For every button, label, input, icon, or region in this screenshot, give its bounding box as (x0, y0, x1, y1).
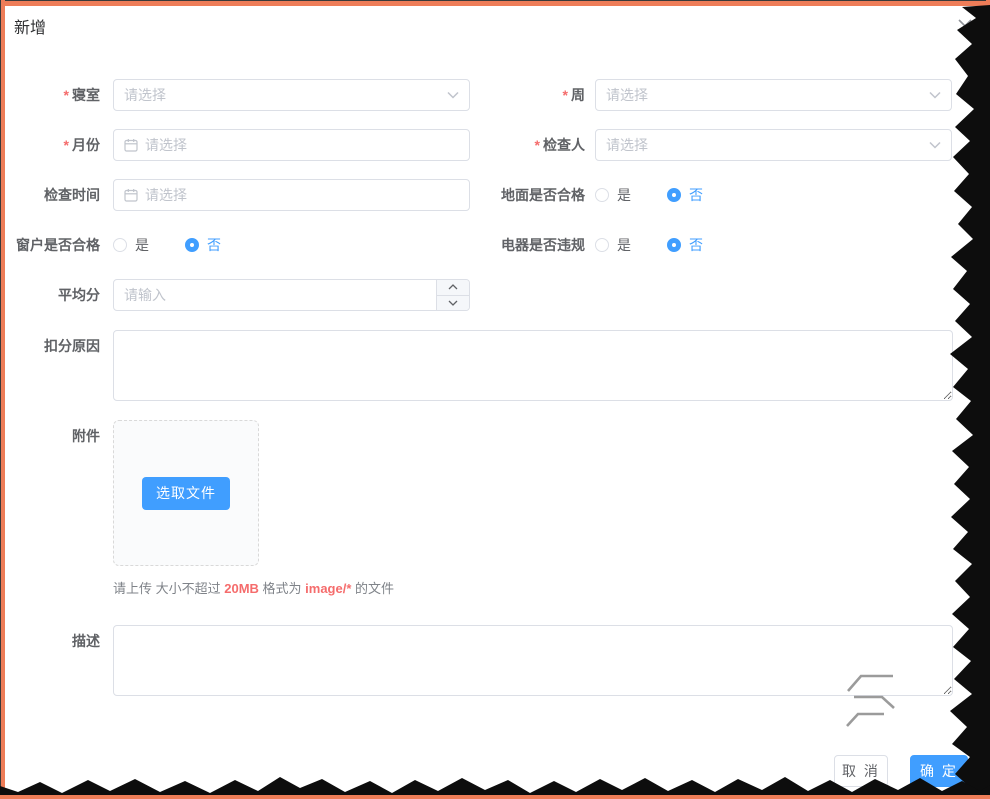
week-label: *周 (478, 79, 585, 111)
avg-score-label: 平均分 (0, 279, 100, 311)
chevron-down-icon (929, 141, 941, 149)
frame-bottom (0, 795, 990, 799)
window-ok-radio-yes[interactable]: 是 (113, 235, 149, 255)
radio-icon (113, 238, 127, 252)
stepper-up-button[interactable] (437, 280, 469, 296)
upload-tip: 请上传 大小不超过 20MB 格式为 image/* 的文件 (113, 578, 394, 597)
dorm-select[interactable]: 请选择 (113, 79, 470, 111)
floor-ok-radio-yes[interactable]: 是 (595, 185, 631, 205)
dialog-title: 新增 (14, 14, 46, 38)
required-marker: * (535, 137, 540, 153)
window-ok-label: 窗户是否合格 (0, 229, 100, 261)
stepper-down-button[interactable] (437, 296, 469, 311)
radio-icon (185, 238, 199, 252)
upload-size-limit: 20MB (224, 581, 259, 596)
calendar-icon (124, 138, 138, 152)
month-datepicker[interactable]: 请选择 (113, 129, 470, 161)
frame-top (0, 1, 990, 6)
deduction-reason-textarea[interactable] (113, 330, 953, 401)
frame-right (986, 0, 990, 799)
chevron-down-icon (929, 91, 941, 99)
radio-icon (595, 188, 609, 202)
avg-score-input[interactable] (114, 280, 436, 310)
close-icon[interactable] (956, 17, 974, 35)
description-textarea[interactable] (113, 625, 953, 696)
dorm-placeholder: 请选择 (124, 85, 447, 105)
window-ok-radio-no[interactable]: 否 (185, 235, 221, 255)
avg-score-stepper (436, 280, 469, 310)
appliance-violation-radio-group: 是 否 (595, 229, 952, 261)
check-time-label: 检查时间 (0, 179, 100, 211)
deduction-reason-label: 扣分原因 (0, 330, 100, 362)
frame-left (1, 0, 5, 799)
required-marker: * (64, 137, 69, 153)
radio-icon (595, 238, 609, 252)
avg-score-field (113, 279, 470, 311)
calendar-icon (124, 188, 138, 202)
inspector-label: *检查人 (478, 129, 585, 161)
select-file-button[interactable]: 选取文件 (142, 477, 230, 510)
week-select[interactable]: 请选择 (595, 79, 952, 111)
floor-ok-radio-no[interactable]: 否 (667, 185, 703, 205)
radio-icon (667, 238, 681, 252)
month-label: *月份 (0, 129, 100, 161)
week-placeholder: 请选择 (606, 85, 929, 105)
description-label: 描述 (0, 625, 100, 657)
floor-ok-radio-group: 是 否 (595, 179, 952, 211)
required-marker: * (64, 87, 69, 103)
dorm-label: *寝室 (0, 79, 100, 111)
appliance-violation-radio-no[interactable]: 否 (667, 235, 703, 255)
appliance-violation-label: 电器是否违规 (478, 229, 585, 261)
attachment-dropzone[interactable]: 选取文件 (113, 420, 259, 566)
inspector-select[interactable]: 请选择 (595, 129, 952, 161)
floor-ok-label: 地面是否合格 (478, 179, 585, 211)
required-marker: * (563, 87, 568, 103)
add-dialog: 新增 *寝室 请选择 *周 请选择 *月份 请选择 *检查人 请选择 (0, 0, 990, 799)
inspector-placeholder: 请选择 (606, 135, 929, 155)
check-time-placeholder: 请选择 (145, 185, 459, 205)
window-ok-radio-group: 是 否 (113, 229, 470, 261)
confirm-button[interactable]: 确 定 (910, 755, 968, 787)
radio-icon (667, 188, 681, 202)
month-placeholder: 请选择 (145, 135, 459, 155)
upload-format: image/* (305, 581, 351, 596)
attachment-label: 附件 (0, 420, 100, 452)
appliance-violation-radio-yes[interactable]: 是 (595, 235, 631, 255)
check-time-datepicker[interactable]: 请选择 (113, 179, 470, 211)
chevron-down-icon (447, 91, 459, 99)
cancel-button[interactable]: 取 消 (834, 755, 888, 787)
